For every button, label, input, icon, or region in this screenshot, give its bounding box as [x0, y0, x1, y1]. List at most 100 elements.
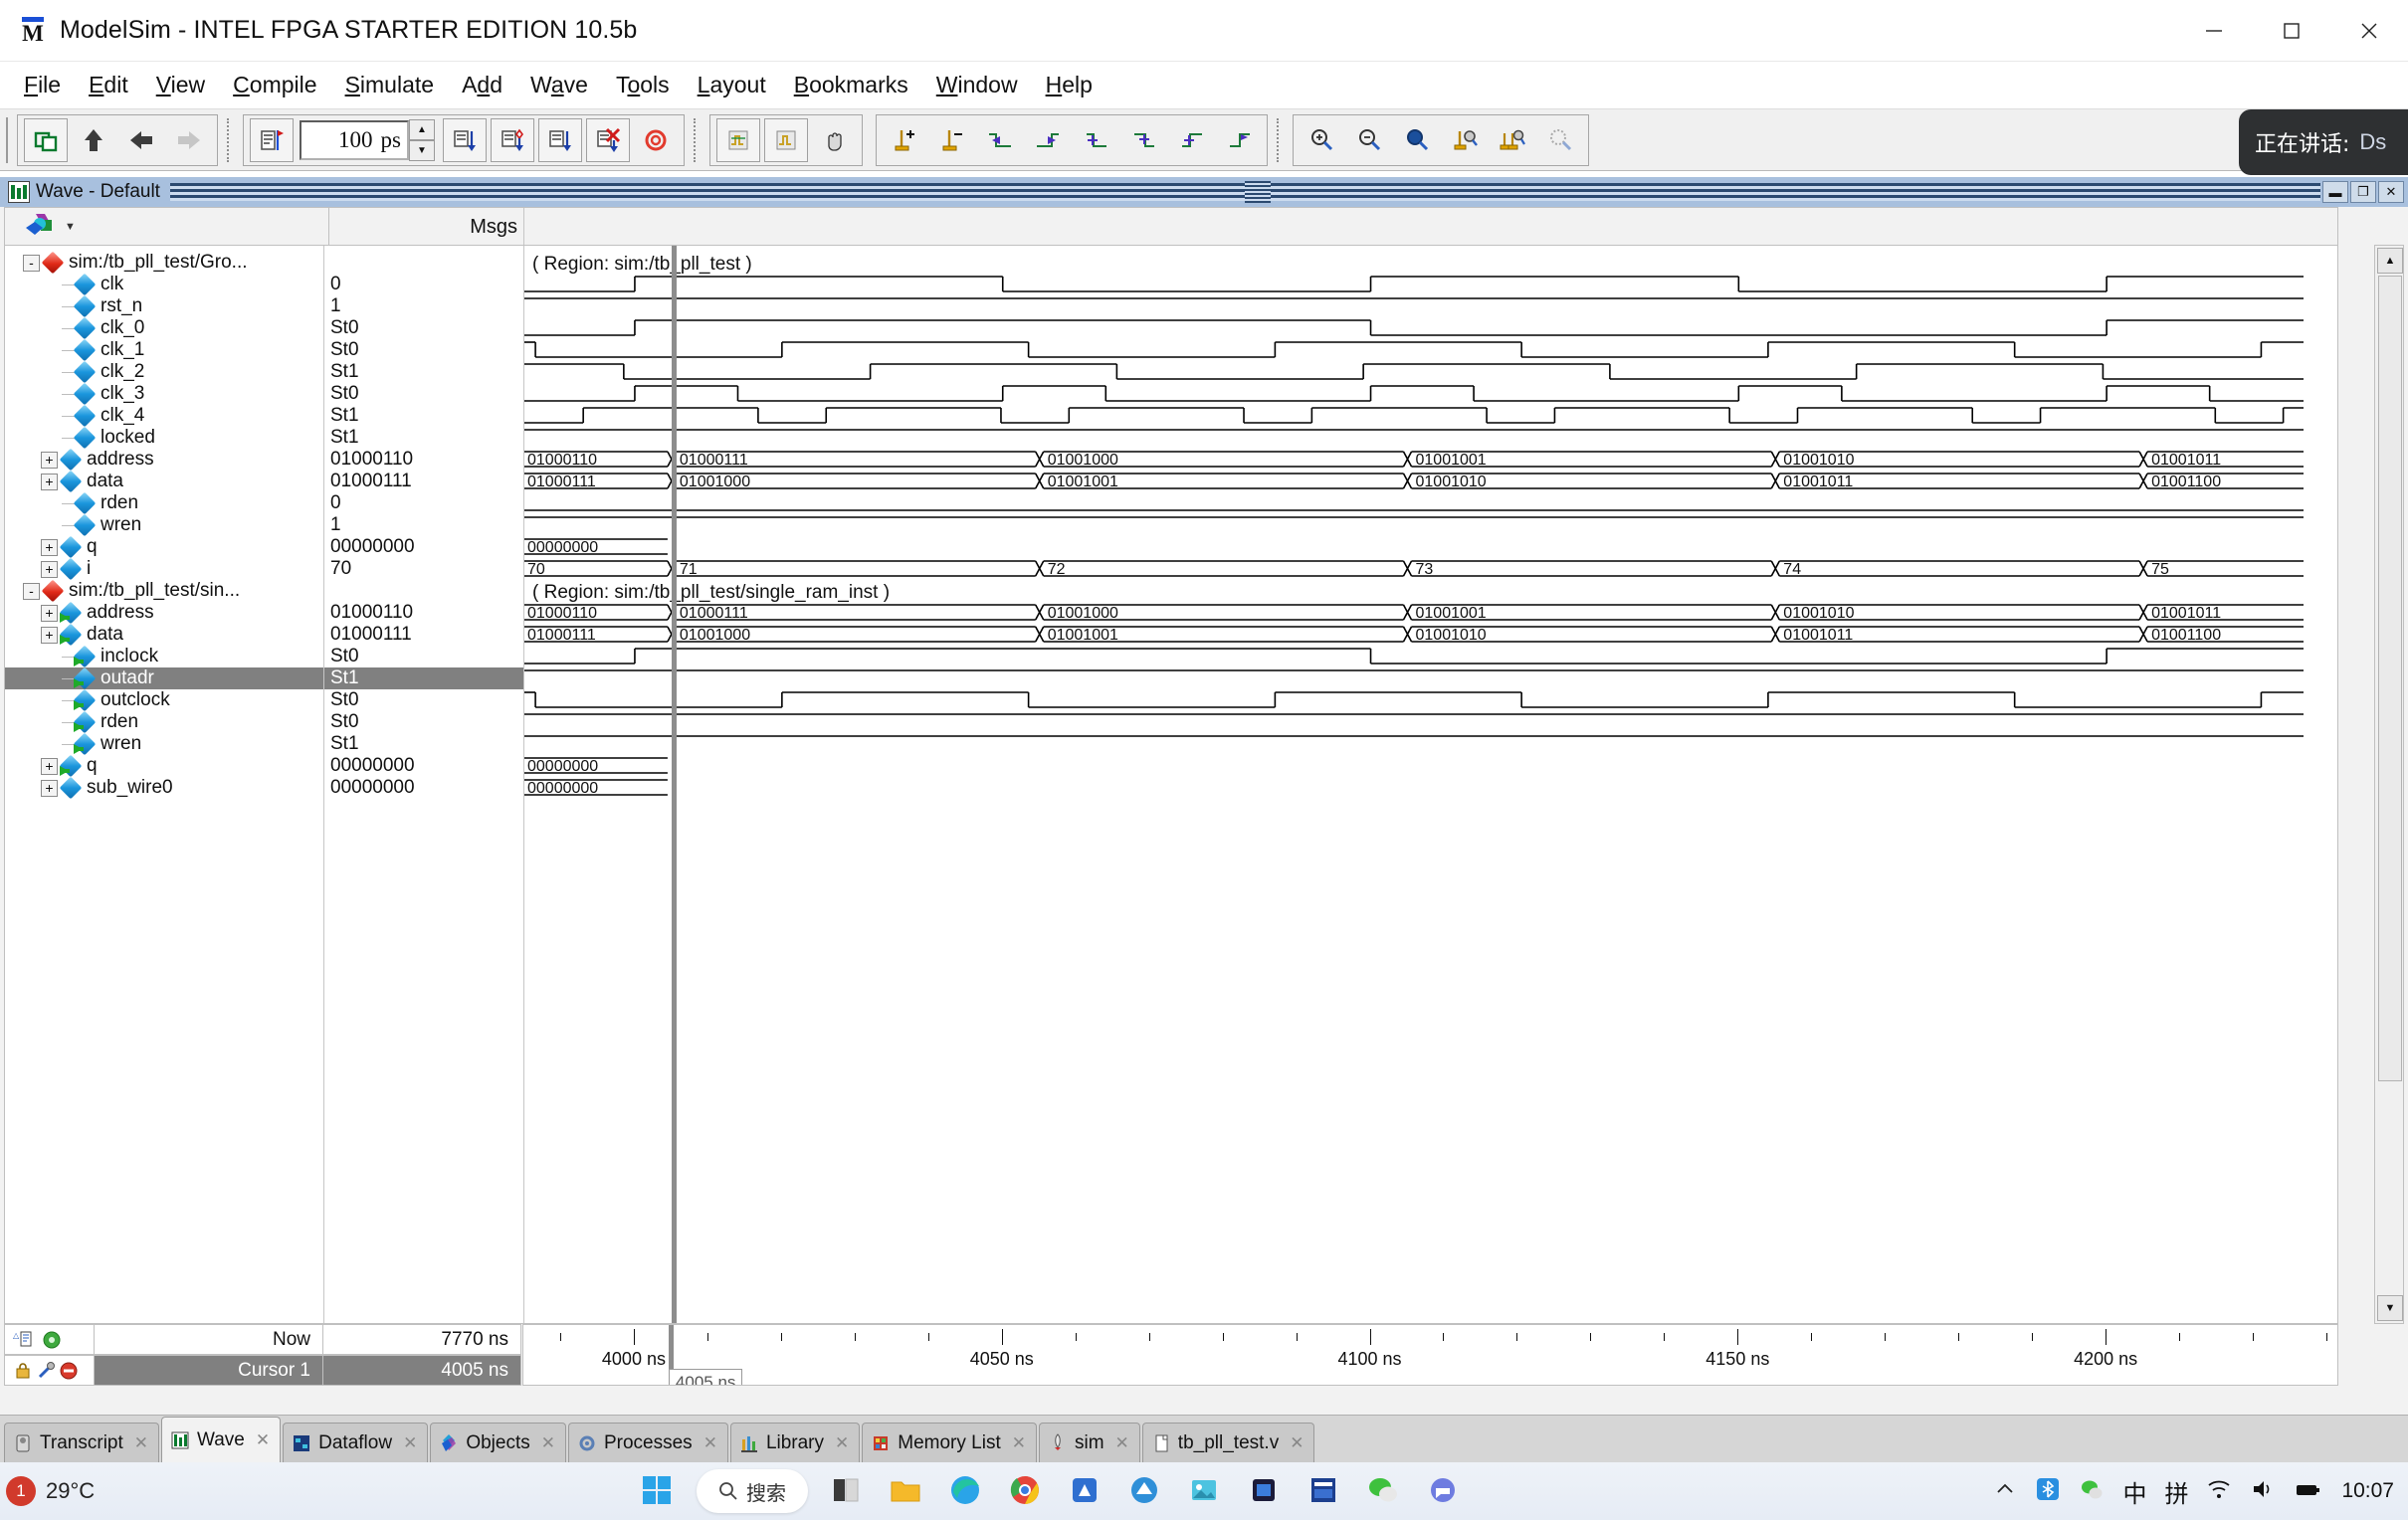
signal-row[interactable]: locked — [5, 426, 323, 449]
edge-icon[interactable] — [945, 1470, 987, 1512]
tab-close-icon[interactable]: ✕ — [835, 1433, 849, 1453]
wifi-icon[interactable] — [2206, 1476, 2232, 1507]
ruler-cursor-marker[interactable] — [668, 1325, 674, 1369]
wave-edit-icon[interactable] — [716, 117, 760, 162]
signal-row[interactable]: clk — [5, 273, 323, 295]
tree-expand-icon[interactable]: + — [41, 626, 58, 644]
vscroll-thumb[interactable] — [2378, 276, 2402, 1081]
signal-row[interactable]: clk_3 — [5, 382, 323, 405]
app-icon[interactable] — [1124, 1470, 1166, 1512]
chevron-down-icon[interactable]: ▼ — [65, 221, 76, 233]
maximize-icon[interactable] — [2253, 0, 2330, 62]
zoom-cursor-icon[interactable] — [1443, 118, 1487, 162]
restart-icon[interactable] — [250, 117, 294, 162]
volume-icon[interactable] — [2250, 1476, 2276, 1507]
windows-start-icon[interactable] — [637, 1470, 679, 1512]
file-explorer-icon[interactable] — [886, 1470, 927, 1512]
menu-item-edit[interactable]: Edit — [75, 66, 142, 104]
tree-collapse-icon[interactable]: - — [23, 254, 40, 272]
signal-row[interactable]: inclock — [5, 645, 323, 667]
store-icon[interactable] — [1065, 1470, 1106, 1512]
stepper-up-icon[interactable]: ▲ — [409, 118, 435, 140]
taskbar-search[interactable]: 搜索 — [697, 1469, 808, 1513]
signal-name-column[interactable]: - sim:/tb_pll_test/Gro... clk rst_n clk_0 clk… — [5, 246, 323, 1323]
tab-close-icon[interactable]: ✕ — [703, 1433, 717, 1453]
ime-cn-icon[interactable]: 中 — [2122, 1474, 2146, 1509]
signal-row[interactable]: - sim:/tb_pll_test/sin... — [5, 579, 323, 602]
tree-expand-icon[interactable]: + — [41, 560, 58, 578]
panel-close-icon[interactable]: ✕ — [2378, 181, 2404, 203]
tab-dataflow[interactable]: Dataflow ✕ — [283, 1423, 429, 1462]
menu-item-layout[interactable]: Layout — [684, 66, 780, 104]
menu-item-help[interactable]: Help — [1032, 66, 1106, 104]
find-next-falling-icon[interactable] — [1121, 118, 1165, 162]
tab-close-icon[interactable]: ✕ — [403, 1433, 417, 1453]
scroll-down-icon[interactable]: ▼ — [2377, 1295, 2403, 1321]
compile-all-icon[interactable] — [24, 117, 68, 162]
tab-close-icon[interactable]: ✕ — [1012, 1433, 1026, 1453]
signal-row[interactable]: clk_1 — [5, 338, 323, 361]
tree-collapse-icon[interactable]: - — [23, 582, 40, 600]
signal-row[interactable]: + sub_wire0 — [5, 776, 323, 799]
menu-item-wave[interactable]: Wave — [516, 66, 602, 104]
signal-row[interactable]: outclock — [5, 688, 323, 711]
find-next-transition-icon[interactable] — [1026, 118, 1070, 162]
signal-row[interactable]: + i — [5, 557, 323, 580]
run-all-icon[interactable] — [538, 117, 582, 162]
tab-tb-pll-test-v[interactable]: tb_pll_test.v ✕ — [1141, 1423, 1315, 1462]
find-prev-falling-icon[interactable] — [1074, 118, 1117, 162]
signal-row[interactable]: wren — [5, 513, 323, 536]
signal-row[interactable]: + address — [5, 448, 323, 471]
wave-vertical-scrollbar[interactable]: ▲ ▼ — [2374, 245, 2404, 1324]
tab-close-icon[interactable]: ✕ — [1115, 1433, 1129, 1453]
signal-row[interactable]: + data — [5, 470, 323, 492]
stop-icon[interactable] — [634, 118, 678, 162]
tab-close-icon[interactable]: ✕ — [1290, 1433, 1304, 1453]
taskbar-clock[interactable]: 10:07 — [2341, 1479, 2394, 1502]
tab-objects[interactable]: Objects ✕ — [430, 1423, 566, 1462]
menu-item-file[interactable]: File — [10, 66, 75, 104]
bluetooth-icon[interactable] — [2035, 1476, 2061, 1507]
signal-row[interactable]: wren — [5, 732, 323, 755]
break-icon[interactable] — [586, 117, 630, 162]
menu-item-window[interactable]: Window — [922, 66, 1032, 104]
signal-row[interactable]: clk_0 — [5, 316, 323, 339]
signal-row[interactable]: clk_2 — [5, 360, 323, 383]
tab-memory-list[interactable]: Memory List ✕ — [862, 1423, 1037, 1462]
chrome-icon[interactable] — [1005, 1470, 1047, 1512]
ime-pinyin-icon[interactable]: 拼 — [2164, 1474, 2188, 1509]
menu-item-add[interactable]: Add — [448, 66, 516, 104]
continue-run-icon[interactable] — [491, 117, 534, 162]
object-filter-icon[interactable] — [23, 212, 57, 242]
zoom-last-icon[interactable] — [1538, 118, 1582, 162]
forward-arrow-icon[interactable] — [167, 118, 211, 162]
signal-row[interactable]: rden — [5, 491, 323, 514]
signal-row[interactable]: + q — [5, 754, 323, 777]
find-prev-transition-icon[interactable] — [978, 118, 1022, 162]
tab-close-icon[interactable]: ✕ — [256, 1430, 270, 1450]
step-up-icon[interactable] — [72, 118, 115, 162]
zoom-out-icon[interactable] — [1347, 118, 1391, 162]
wechat-tray-icon[interactable] — [2079, 1476, 2105, 1507]
minimize-icon[interactable] — [2175, 0, 2253, 62]
zoom-full-icon[interactable] — [1395, 118, 1439, 162]
signal-row[interactable]: rden — [5, 710, 323, 733]
tree-expand-icon[interactable]: + — [41, 538, 58, 556]
tab-close-icon[interactable]: ✕ — [134, 1433, 148, 1453]
delete-cursor-icon[interactable] — [930, 118, 974, 162]
signal-row[interactable]: rst_n — [5, 294, 323, 317]
tree-expand-icon[interactable]: + — [41, 757, 58, 775]
widgets-icon[interactable] — [826, 1470, 868, 1512]
run-length-input[interactable]: 100 ps — [300, 119, 409, 160]
teams-icon[interactable] — [1244, 1470, 1286, 1512]
grab-icon[interactable] — [812, 118, 856, 162]
photos-icon[interactable] — [1184, 1470, 1226, 1512]
back-arrow-icon[interactable] — [119, 118, 163, 162]
tab-processes[interactable]: Processes ✕ — [567, 1423, 728, 1462]
wave-panel-drag-lines[interactable] — [169, 181, 2320, 203]
scroll-up-icon[interactable]: ▲ — [2377, 248, 2403, 274]
battery-icon[interactable] — [2294, 1476, 2323, 1507]
menu-item-view[interactable]: View — [142, 66, 219, 104]
menu-item-simulate[interactable]: Simulate — [331, 66, 449, 104]
tab-library[interactable]: Library ✕ — [729, 1423, 861, 1462]
